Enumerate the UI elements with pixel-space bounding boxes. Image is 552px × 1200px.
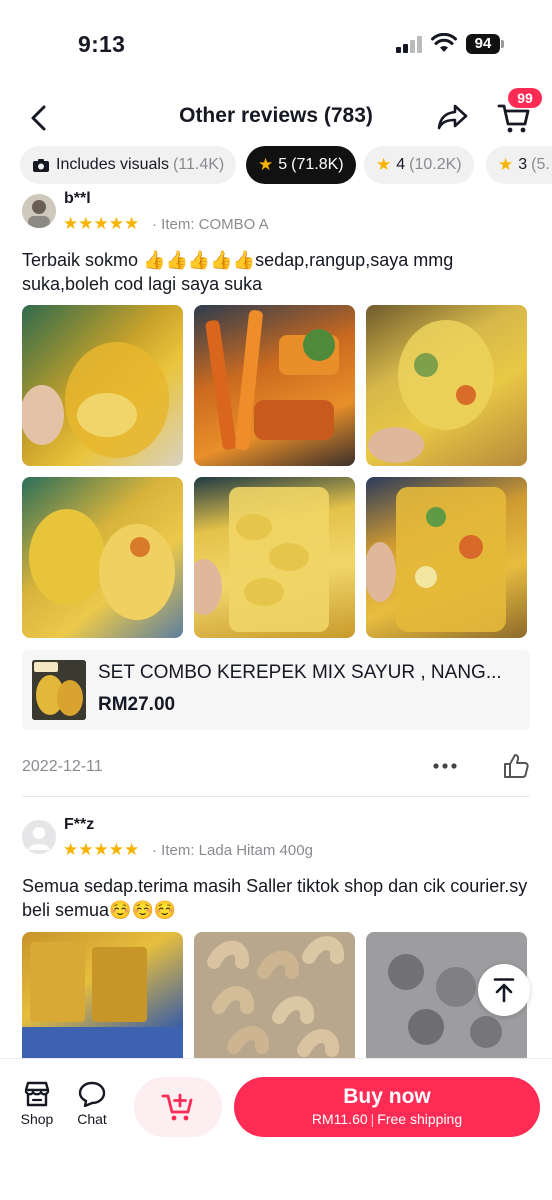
wifi-icon bbox=[431, 33, 457, 52]
free-shipping-label: Free shipping bbox=[377, 1111, 463, 1127]
cart-badge: 99 bbox=[508, 88, 542, 108]
share-icon bbox=[437, 104, 468, 130]
product-image bbox=[32, 660, 86, 720]
header: Other reviews (783) bbox=[0, 88, 552, 144]
more-options-icon[interactable] bbox=[433, 760, 457, 772]
filter-label: Includes visuals bbox=[56, 156, 169, 173]
filter-label: 4 bbox=[396, 156, 406, 173]
thumbs-up-icon[interactable] bbox=[502, 752, 530, 780]
photo-content bbox=[205, 310, 339, 450]
filter-count: (10.2K) bbox=[409, 156, 462, 173]
battery-tip bbox=[501, 40, 504, 48]
buy-now-subtitle: RM11.60 | Free shipping bbox=[311, 1111, 463, 1127]
review-username: b**l bbox=[64, 190, 91, 207]
star-icon: ★ bbox=[498, 155, 514, 174]
filter-count: (5. bbox=[531, 156, 550, 173]
review-photo[interactable] bbox=[22, 932, 183, 1058]
product-price: RM27.00 bbox=[98, 694, 176, 715]
avatar[interactable] bbox=[22, 194, 56, 228]
photo-content bbox=[22, 342, 169, 458]
rating-stars: ★★★★★ bbox=[63, 214, 140, 233]
product-card[interactable]: SET COMBO KEREPEK MIX SAYUR , NANG... RM… bbox=[22, 650, 530, 730]
filter-bar: Includes visuals (11.4K) ★ 5 (71.8K) ★ 4… bbox=[0, 146, 552, 186]
review-photo[interactable] bbox=[194, 477, 355, 638]
rating-stars: ★★★★★ bbox=[63, 840, 140, 859]
product-name: SET COMBO KEREPEK MIX SAYUR , NANG... bbox=[98, 662, 502, 683]
chat-label: Chat bbox=[77, 1111, 107, 1127]
status-bar: 9:13 94 bbox=[0, 0, 552, 90]
chat-button[interactable]: Chat bbox=[70, 1081, 114, 1127]
review-photo[interactable] bbox=[366, 477, 527, 638]
review-photo[interactable] bbox=[194, 932, 355, 1058]
photo-content bbox=[29, 509, 175, 620]
default-avatar-icon bbox=[22, 820, 56, 854]
review-item-variant: · Item: Lada Hitam 400g bbox=[152, 842, 313, 859]
review-item-variant: · Item: COMBO A bbox=[152, 216, 269, 233]
review-text: Semua sedap.terima masih Saller tiktok s… bbox=[22, 876, 528, 920]
battery-indicator: 94 bbox=[466, 34, 500, 54]
add-to-cart-button[interactable] bbox=[134, 1077, 222, 1137]
review-divider bbox=[22, 796, 530, 797]
filter-label: 5 bbox=[278, 156, 288, 173]
filter-chip-4-star[interactable]: ★ 4 (10.2K) bbox=[364, 146, 474, 184]
review-date: 2022-12-11 bbox=[22, 758, 103, 775]
review-username: F**z bbox=[64, 816, 95, 833]
buy-now-label: Buy now bbox=[343, 1085, 431, 1108]
arrow-up-icon bbox=[493, 978, 515, 1003]
filter-label: 3 bbox=[518, 156, 528, 173]
photo-content bbox=[366, 487, 506, 632]
buy-price: RM11.60 bbox=[311, 1111, 368, 1127]
filter-chip-5-star[interactable]: ★ 5 (71.8K) bbox=[246, 146, 356, 184]
bottom-action-bar: Shop Chat Buy now RM11.60 | Free shipping bbox=[0, 1058, 552, 1200]
filter-chip-visuals[interactable]: Includes visuals (11.4K) bbox=[20, 146, 237, 184]
buy-now-button[interactable]: Buy now RM11.60 | Free shipping bbox=[234, 1077, 540, 1137]
camera-icon bbox=[33, 158, 49, 172]
avatar[interactable] bbox=[22, 820, 56, 854]
product-thumbnail bbox=[32, 660, 86, 720]
photo-content bbox=[194, 487, 329, 632]
user-avatar-image bbox=[22, 194, 56, 228]
star-icon: ★ bbox=[376, 155, 392, 174]
review-photo[interactable] bbox=[22, 305, 183, 466]
review-text: Terbaik sokmo 👍👍👍👍👍sedap,rangup,saya mmg… bbox=[22, 250, 454, 294]
shop-icon bbox=[24, 1081, 50, 1107]
photo-content bbox=[207, 936, 345, 1057]
star-icon: ★ bbox=[258, 155, 274, 174]
shop-label: Shop bbox=[20, 1111, 54, 1127]
review-photo[interactable] bbox=[22, 477, 183, 638]
status-time: 9:13 bbox=[78, 31, 126, 57]
filter-chip-3-star[interactable]: ★ 3 (5. bbox=[486, 146, 552, 184]
filter-count: (11.4K) bbox=[172, 156, 225, 173]
share-button[interactable] bbox=[434, 98, 472, 136]
filter-count: (71.8K) bbox=[291, 156, 344, 173]
scroll-to-top-button[interactable] bbox=[478, 964, 530, 1016]
add-to-cart-icon bbox=[161, 1093, 193, 1121]
signal-icon bbox=[396, 36, 423, 53]
photo-content bbox=[368, 320, 494, 463]
photo-content bbox=[22, 942, 183, 1058]
review-photo[interactable] bbox=[194, 305, 355, 466]
chat-icon bbox=[78, 1081, 106, 1107]
shop-button[interactable]: Shop bbox=[15, 1081, 59, 1127]
review-photo[interactable] bbox=[366, 305, 527, 466]
